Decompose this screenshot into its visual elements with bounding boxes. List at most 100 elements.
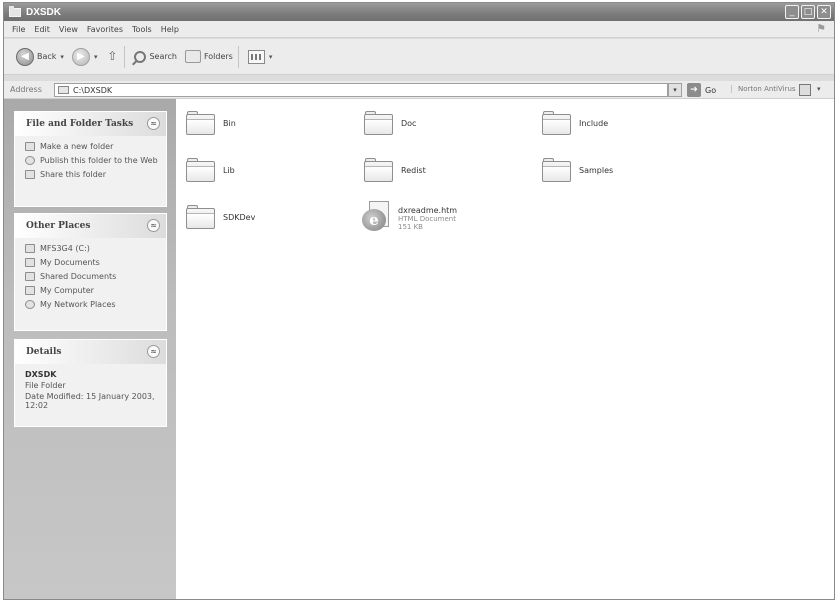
toolbar-separator	[237, 45, 239, 68]
search-button[interactable]: Search	[149, 52, 176, 61]
file-name[interactable]: dxreadme.htm	[398, 206, 457, 215]
place-label[interactable]: Shared Documents	[40, 272, 116, 281]
window-title: DXSDK	[26, 6, 62, 18]
collapse-icon[interactable]: ≈	[147, 219, 160, 232]
panel-title: Other Places	[26, 221, 91, 231]
folder-icon[interactable]	[364, 158, 393, 182]
back-dropdown-icon[interactable]: ▾	[60, 53, 64, 61]
search-icon[interactable]	[134, 50, 147, 63]
up-folder-icon[interactable]: ⇧	[105, 49, 119, 65]
item-label[interactable]: Lib	[223, 166, 235, 175]
maximize-button[interactable]: □	[801, 5, 815, 19]
folder-icon	[9, 5, 21, 17]
place-shared-documents[interactable]: Shared Documents	[25, 272, 158, 281]
norton-dropdown-icon[interactable]: ▾	[817, 85, 821, 93]
place-label[interactable]: My Computer	[40, 286, 94, 295]
folder-icon[interactable]	[186, 111, 215, 135]
address-bar: Address C:\DXSDK ▾ ➔ Go Norton AntiVirus…	[4, 81, 834, 99]
globe-icon	[25, 156, 35, 165]
go-label[interactable]: Go	[705, 86, 716, 95]
views-icon[interactable]	[247, 49, 265, 64]
place-label[interactable]: MFS3G4 (C:)	[40, 244, 90, 253]
collapse-icon[interactable]: ≈	[147, 345, 160, 358]
computer-icon	[25, 286, 35, 295]
views-dropdown-icon[interactable]: ▾	[269, 53, 273, 61]
item-label[interactable]: Include	[579, 119, 608, 128]
menu-tools[interactable]: Tools	[132, 25, 152, 34]
address-value[interactable]: C:\DXSDK	[73, 86, 112, 95]
item-label[interactable]: Redist	[401, 166, 426, 175]
address-dropdown-icon[interactable]: ▾	[668, 83, 682, 97]
panel-header[interactable]: Details ≈	[15, 340, 166, 364]
close-button[interactable]: ✕	[817, 5, 831, 19]
html-document-icon[interactable]: e	[362, 201, 392, 235]
task-publish-folder[interactable]: Publish this folder to the Web	[25, 156, 158, 165]
task-make-new-folder[interactable]: Make a new folder	[25, 142, 158, 151]
back-arrow-icon[interactable]: ◀	[16, 47, 34, 66]
menu-help[interactable]: Help	[161, 25, 179, 34]
address-input[interactable]: C:\DXSDK	[54, 83, 668, 97]
forward-button[interactable]: ▶	[71, 47, 90, 66]
panel-header[interactable]: Other Places ≈	[15, 214, 166, 238]
collapse-icon[interactable]: ≈	[147, 117, 160, 130]
folder-icon[interactable]	[542, 111, 571, 135]
task-label[interactable]: Make a new folder	[40, 142, 113, 151]
norton-antivirus-label[interactable]: Norton AntiVirus	[731, 85, 796, 93]
task-label[interactable]: Publish this folder to the Web	[40, 156, 158, 165]
folder-icon[interactable]	[542, 158, 571, 182]
folder-item-lib[interactable]: Lib	[186, 158, 235, 182]
item-label[interactable]: Samples	[579, 166, 613, 175]
title-bar[interactable]: DXSDK _ □ ✕	[4, 3, 834, 21]
item-label[interactable]: SDKDev	[223, 213, 255, 222]
panel-header[interactable]: File and Folder Tasks ≈	[15, 112, 166, 136]
place-label[interactable]: My Documents	[40, 258, 100, 267]
details-type: File Folder	[25, 381, 66, 390]
go-arrow-icon[interactable]: ➔	[687, 83, 701, 97]
explorer-window: DXSDK _ □ ✕ File Edit View Favorites Too…	[3, 2, 835, 600]
menu-view[interactable]: View	[59, 25, 78, 34]
go-button[interactable]: ➔ Go	[687, 83, 716, 97]
folder-item-redist[interactable]: Redist	[364, 158, 426, 182]
windows-logo-icon: ⚑	[816, 22, 826, 35]
folders-button[interactable]: Folders	[204, 52, 233, 61]
documents-folder-icon	[25, 258, 35, 267]
task-label[interactable]: Share this folder	[40, 170, 106, 179]
menu-file[interactable]: File	[12, 25, 25, 34]
folder-item-include[interactable]: Include	[542, 111, 608, 135]
file-type: HTML Document	[398, 214, 456, 223]
folder-item-samples[interactable]: Samples	[542, 158, 613, 182]
norton-antivirus-icon[interactable]	[799, 84, 811, 96]
menu-edit[interactable]: Edit	[34, 25, 50, 34]
details-modified: Date Modified: 15 January 2003, 12:02	[25, 392, 155, 410]
place-my-documents[interactable]: My Documents	[25, 258, 158, 267]
panel-title: File and Folder Tasks	[26, 119, 134, 129]
folder-item-doc[interactable]: Doc	[364, 111, 416, 135]
task-pane: File and Folder Tasks ≈ Make a new folde…	[4, 99, 176, 599]
folder-item-bin[interactable]: Bin	[186, 111, 236, 135]
folder-icon[interactable]	[186, 158, 215, 182]
folders-icon[interactable]	[184, 50, 201, 63]
file-size: 151 KB	[398, 222, 423, 231]
file-list: Bin Doc Include Lib Redist Samples SDKDe…	[176, 99, 834, 599]
minimize-button[interactable]: _	[785, 5, 799, 19]
folder-icon[interactable]	[364, 111, 393, 135]
folder-icon[interactable]	[186, 205, 215, 229]
place-label[interactable]: My Network Places	[40, 300, 116, 309]
menu-favorites[interactable]: Favorites	[87, 25, 123, 34]
address-label: Address	[10, 85, 42, 94]
folder-item-sdkdev[interactable]: SDKDev	[186, 205, 255, 229]
place-my-network-places[interactable]: My Network Places	[25, 300, 158, 309]
back-button[interactable]: Back	[37, 52, 56, 61]
item-label[interactable]: Bin	[223, 119, 236, 128]
new-folder-icon	[25, 142, 35, 151]
place-drive-c[interactable]: MFS3G4 (C:)	[25, 244, 158, 253]
task-share-folder[interactable]: Share this folder	[25, 170, 158, 179]
details-panel: Details ≈ DXSDK File Folder Date Modifie…	[14, 339, 167, 427]
forward-dropdown-icon[interactable]: ▾	[94, 53, 98, 61]
standard-toolbar: ◀ Back ▾ ▶ ▾ ⇧ Search Folders ▾	[4, 39, 834, 75]
toolbar-separator	[124, 45, 126, 68]
place-my-computer[interactable]: My Computer	[25, 286, 158, 295]
file-item-dxreadme[interactable]: e dxreadme.htm HTML Document 151 KB	[362, 201, 457, 235]
item-label[interactable]: Doc	[401, 119, 416, 128]
shared-folder-icon	[25, 272, 35, 281]
